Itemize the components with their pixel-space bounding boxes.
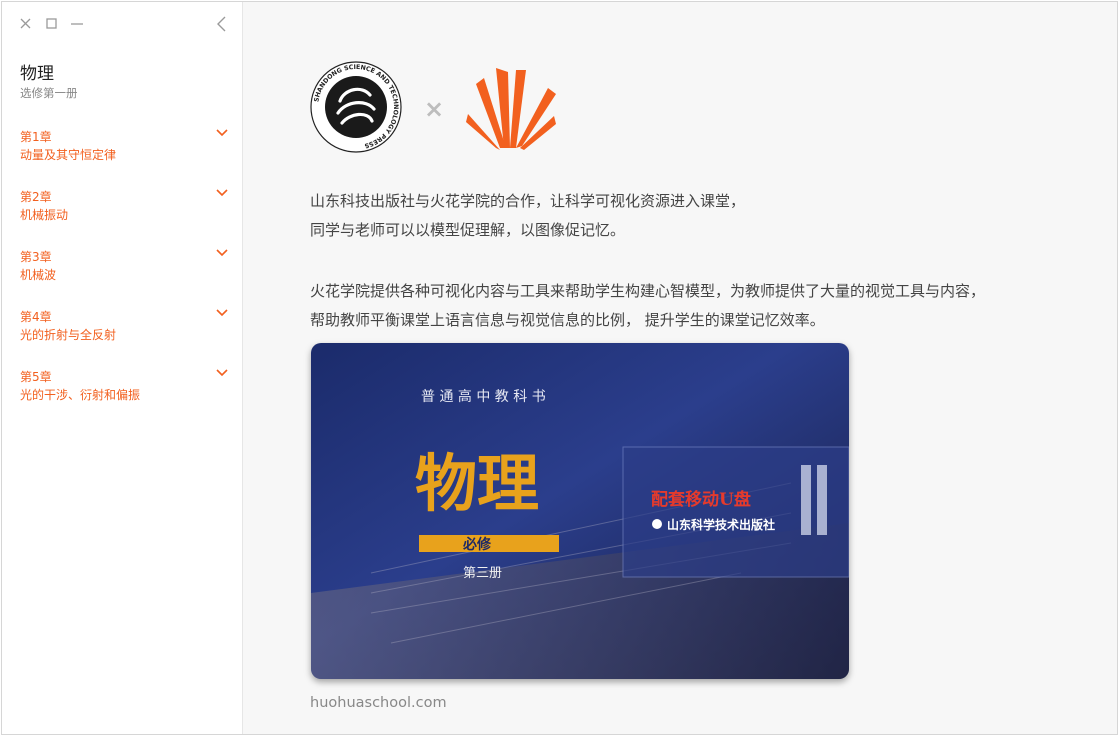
chapter-item-4[interactable]: 第4章 光的折射与全反射 [20,308,232,352]
cover-title-text: 物理 [415,447,539,520]
partner-separator: × [424,95,445,123]
chapter-title: 光的折射与全反射 [20,328,117,342]
chapter-title: 机械振动 [20,208,69,222]
chapter-number: 第1章 [20,130,52,144]
publisher-logo: SHANDONG SCIENCE AND TECHNOLOGY PRESS [310,61,402,153]
cover-series-text: 普 通 高 中 教 科 书 [421,388,546,405]
book-subtitle: 选修第一册 [20,86,78,100]
chevron-down-icon[interactable] [216,248,228,258]
chapter-title: 光的干涉、衍射和偏振 [20,388,141,402]
huohua-logo [466,68,556,150]
description-paragraph: 火花学院提供各种可视化内容与工具来帮助学生构建心智模型，为教师提供了大量的视觉工… [310,277,985,335]
app-window: 物理 选修第一册 第1章 动量及其守恒定律 第2章 机械振动 第3章 机械波 第… [1,1,1118,735]
chapter-title: 机械波 [20,268,57,282]
description-line-2: 帮助教师平衡课堂上语言信息与视觉信息的比例， 提升学生的课堂记忆效率。 [310,311,825,329]
chevron-down-icon[interactable] [216,188,228,198]
description-line-1: 火花学院提供各种可视化内容与工具来帮助学生构建心智模型，为教师提供了大量的视觉工… [310,282,986,300]
main-content: SHANDONG SCIENCE AND TECHNOLOGY PRESS × … [244,2,1117,734]
chevron-down-icon[interactable] [216,128,228,138]
intro-paragraph: 山东科技出版社与火花学院的合作，让科学可视化资源进入课堂， 同学与老师可以以模型… [310,187,745,245]
chapter-number: 第2章 [20,190,52,204]
intro-line-2: 同学与老师可以以模型促理解，以图像促记忆。 [310,221,626,239]
cover-usb-text: 配套移动U盘 [651,489,751,510]
minimize-icon[interactable] [70,16,84,30]
cover-required-text: 必修 [462,536,492,553]
window-controls [18,16,84,30]
maximize-icon[interactable] [44,16,58,30]
footer-url: huohuaschool.com [310,695,447,711]
chapter-item-2[interactable]: 第2章 机械振动 [20,188,232,232]
book-cover-image: 普 通 高 中 教 科 书 物理 必修 第三册 配套移动U盘 山东科学技术出版社 [311,343,849,679]
chapter-item-5[interactable]: 第5章 光的干涉、衍射和偏振 [20,368,232,412]
cover-publisher-text: 山东科学技术出版社 [667,517,775,532]
close-icon[interactable] [18,16,32,30]
chevron-left-icon[interactable] [214,15,230,33]
chevron-down-icon[interactable] [216,308,228,318]
chapter-number: 第3章 [20,250,52,264]
chapter-number: 第5章 [20,370,52,384]
chevron-down-icon[interactable] [216,368,228,378]
chapter-number: 第4章 [20,310,52,324]
chapter-title: 动量及其守恒定律 [20,148,117,162]
cover-volume-text: 第三册 [463,566,502,581]
chapter-item-3[interactable]: 第3章 机械波 [20,248,232,292]
sidebar: 物理 选修第一册 第1章 动量及其守恒定律 第2章 机械振动 第3章 机械波 第… [2,2,243,734]
intro-line-1: 山东科技出版社与火花学院的合作，让科学可视化资源进入课堂， [310,192,746,210]
chapter-item-1[interactable]: 第1章 动量及其守恒定律 [20,128,232,172]
book-title: 物理 [20,64,54,84]
